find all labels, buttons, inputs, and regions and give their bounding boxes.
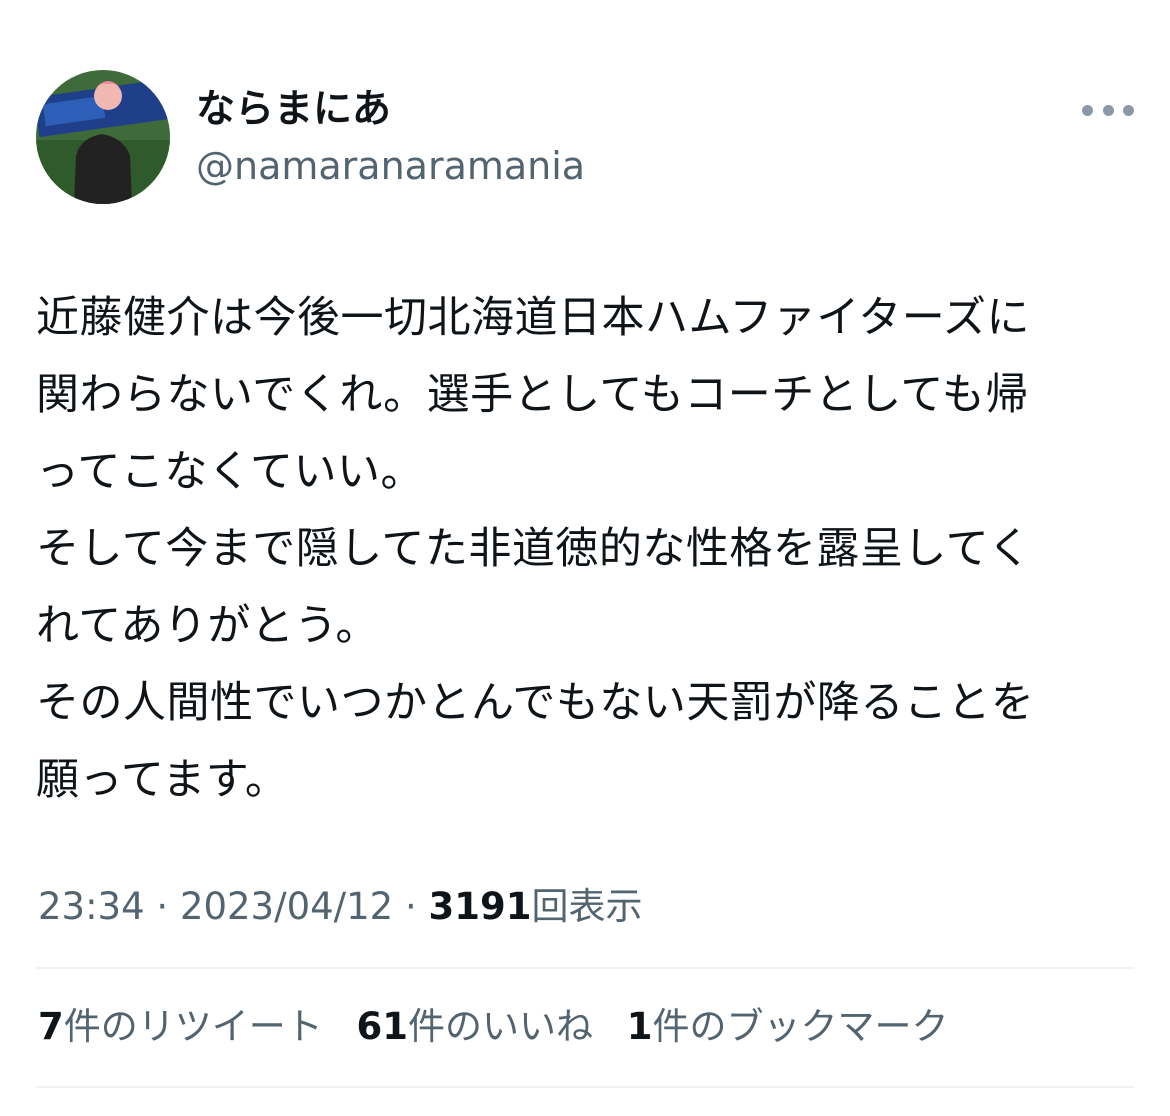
bookmarks-label: 件のブックマーク xyxy=(652,1005,949,1048)
meta-separator: · xyxy=(144,885,180,928)
tweet-meta: 23:34 · 2023/04/12 · 3191回表示 xyxy=(38,880,642,934)
views-count: 3191 xyxy=(428,885,532,928)
ellipsis-icon xyxy=(1102,104,1114,116)
more-options-button[interactable] xyxy=(1082,94,1134,126)
likes-stat[interactable]: 61件のいいね xyxy=(357,1005,594,1048)
likes-count: 61 xyxy=(356,1005,409,1048)
divider xyxy=(36,967,1134,969)
display-name[interactable]: ならまにあ xyxy=(196,84,391,136)
tweet-text-line: そして今まで隠してた非道徳的な性格を露呈してく xyxy=(36,524,1032,574)
avatar[interactable] xyxy=(36,70,170,204)
views-label: 回表示 xyxy=(531,885,643,928)
likes-label: 件のいいね xyxy=(408,1005,594,1048)
tweet-text-line: 願ってます。 xyxy=(36,755,289,805)
ellipsis-icon xyxy=(1082,104,1093,116)
tweet-time[interactable]: 23:34 xyxy=(38,885,145,928)
tweet-date[interactable]: 2023/04/12 xyxy=(180,885,393,928)
tweet-text-line: れてありがとう。 xyxy=(36,601,379,651)
user-handle[interactable]: @namaranaramania xyxy=(196,140,585,192)
retweets-count: 7 xyxy=(38,1005,64,1048)
ellipsis-icon xyxy=(1123,104,1134,116)
meta-separator: · xyxy=(393,885,429,928)
tweet-text-line: 近藤健介は今後一切北海道日本ハムファイターズに xyxy=(36,293,1031,343)
tweet-text-line: 関わらないでくれ。選手としてもコーチとしても帰 xyxy=(36,370,1029,420)
tweet-text-line: その人間性でいつかとんでもない天罰が降ることを xyxy=(36,678,1035,728)
retweets-stat[interactable]: 7件のリツイート xyxy=(38,1005,323,1048)
bookmarks-count: 1 xyxy=(626,1005,653,1048)
divider xyxy=(36,1086,1134,1088)
tweet-text-line: ってこなくていい。 xyxy=(36,447,425,497)
profile-photo-icon xyxy=(36,70,170,204)
bookmarks-stat[interactable]: 1件のブックマーク xyxy=(627,1005,949,1048)
tweet-text: 近藤健介は今後一切北海道日本ハムファイターズに 関わらないでくれ。選手としてもコ… xyxy=(36,280,1146,819)
engagement-stats: 7件のリツイート 61件のいいね 1件のブックマーク xyxy=(38,1000,971,1054)
retweets-label: 件のリツイート xyxy=(63,1005,323,1048)
